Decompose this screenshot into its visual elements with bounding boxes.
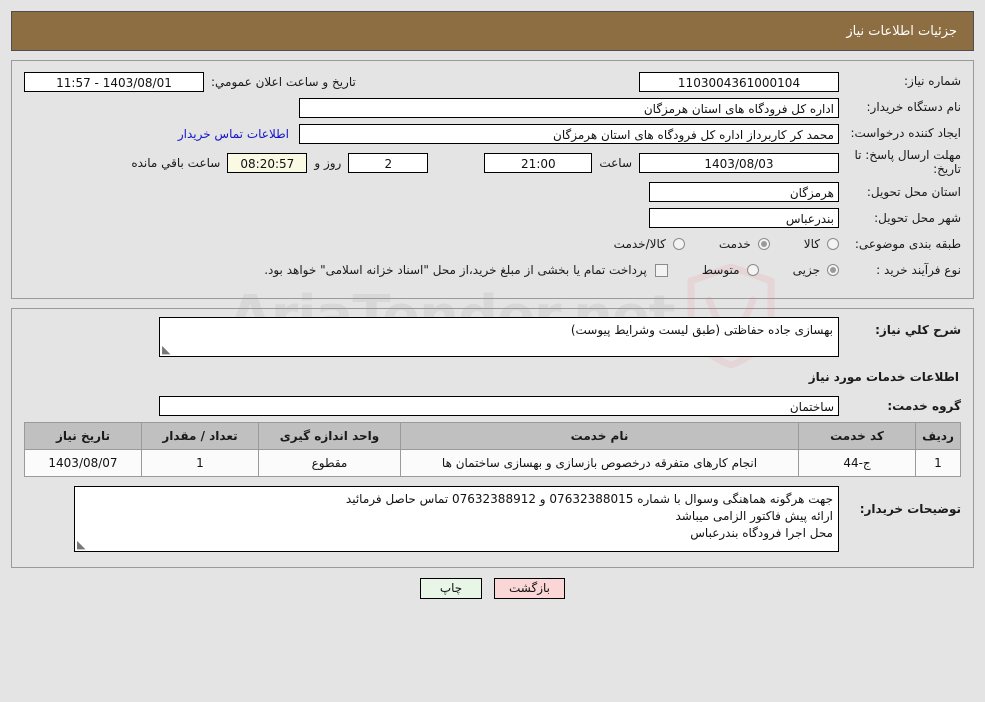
radio-icon-medium[interactable] — [746, 264, 759, 277]
print-button[interactable]: چاپ — [420, 577, 482, 599]
page-header: جزئیات اطلاعات نیاز — [11, 11, 974, 51]
row-description: شرح کلي نیاز: بهسازی جاده حفاظتی (طبق لی… — [24, 316, 961, 357]
treasury-bond-checkbox[interactable] — [654, 263, 668, 277]
table-row: 1 ج-44 انجام کارهای متفرقه درخصوص بازساز… — [24, 448, 961, 477]
buyer-org-label: نام دستگاه خریدار: — [866, 100, 962, 114]
items-table: ردیف کد خدمت نام خدمت واحد اندازه گیری ت… — [24, 421, 961, 477]
cell-name: انجام کارهای متفرقه درخصوص بازسازی و بهس… — [400, 448, 799, 477]
row-category: طبقه بندی موضوعی: کالا خدمت کالا/خدمت — [24, 234, 961, 255]
buyer-notes-label: توضیحات خریدار: — [859, 501, 961, 516]
th-radif: ردیف — [915, 421, 961, 450]
th-name: نام خدمت — [400, 421, 799, 450]
radio-icon-minor[interactable] — [827, 264, 839, 277]
purchase-type-option-medium[interactable]: متوسط — [702, 263, 759, 277]
service-group-field[interactable]: ساختمان — [159, 396, 839, 417]
purchase-type-label: نوع فرآیند خرید : — [876, 262, 961, 277]
th-unit: واحد اندازه گیری — [258, 421, 401, 450]
province-field[interactable]: هرمزگان — [649, 182, 839, 203]
category-option-goods-label: کالا — [803, 237, 820, 252]
buyer-note-line-1: جهت هرگونه هماهنگی وسوال با شماره 076323… — [345, 491, 833, 506]
service-group-label: گروه خدمت: — [887, 398, 961, 413]
row-requester: ایجاد کننده درخواست: محمد کر کاربرداز اد… — [24, 123, 961, 144]
city-field[interactable]: بندرعباس — [649, 208, 839, 229]
description-label: شرح کلي نیاز: — [875, 322, 961, 337]
radio-icon-goods[interactable] — [827, 238, 839, 251]
deadline-days-label: روز و — [314, 155, 342, 170]
footer-actions: بازگشت چاپ — [0, 577, 985, 599]
need-number-label: شماره نیاز: — [904, 74, 961, 88]
purchase-type-option-minor-label: جزیی — [792, 263, 820, 278]
description-textarea[interactable]: بهسازی جاده حفاظتی (طبق لیست وشرایط پیوس… — [159, 316, 839, 357]
radio-icon-service[interactable] — [757, 238, 770, 251]
deadline-label: مهلت ارسال پاسخ: تا تاریخ: — [854, 148, 961, 176]
announce-datetime-field[interactable]: 1403/08/01 - 11:57 — [24, 71, 204, 92]
deadline-countdown-label: ساعت باقي مانده — [131, 155, 221, 170]
table-header-row: ردیف کد خدمت نام خدمت واحد اندازه گیری ت… — [24, 421, 961, 450]
back-button[interactable]: بازگشت — [494, 577, 565, 599]
services-section-title: اطلاعات خدمات مورد نیاز — [808, 369, 959, 384]
th-code: کد خدمت — [798, 421, 916, 450]
category-option-goods-service[interactable]: کالا/خدمت — [614, 237, 685, 251]
resize-grip-icon[interactable]: ◢ — [162, 343, 172, 356]
row-need-number: شماره نیاز: 1103004361000104 تاریخ و ساع… — [24, 71, 961, 92]
deadline-days-field: 2 — [348, 152, 429, 173]
category-option-goods-service-label: کالا/خدمت — [613, 237, 666, 252]
requester-field[interactable]: محمد کر کاربرداز اداره کل فرودگاه های اس… — [299, 123, 839, 144]
deadline-time-label: ساعت — [599, 155, 632, 170]
description-value: بهسازی جاده حفاظتی (طبق لیست وشرایط پیوس… — [570, 322, 833, 337]
resize-grip-icon-notes[interactable]: ◢ — [77, 538, 87, 551]
buyer-note-line-2: ارائه پیش فاکتور الزامی میباشد — [675, 508, 833, 523]
cell-qty: 1 — [141, 448, 259, 477]
purchase-type-radio-group[interactable]: جزیی متوسط — [668, 263, 839, 277]
radio-icon-goods-service[interactable] — [672, 238, 685, 251]
buyer-notes-textarea[interactable]: جهت هرگونه هماهنگی وسوال با شماره 076323… — [74, 485, 839, 552]
province-label: استان محل تحویل: — [866, 184, 961, 199]
deadline-time-field[interactable]: 21:00 — [484, 152, 593, 173]
category-label: طبقه بندی موضوعی: — [854, 236, 961, 251]
cell-date: 1403/08/07 — [24, 448, 142, 477]
row-deadline: مهلت ارسال پاسخ: تا تاریخ: 1403/08/03 سا… — [24, 148, 961, 177]
buyer-note-line-3: محل اجرا فرودگاه بندرعباس — [690, 526, 833, 541]
cell-code: ج-44 — [798, 448, 916, 477]
services-panel: شرح کلي نیاز: بهسازی جاده حفاظتی (طبق لی… — [11, 307, 974, 568]
row-buyer-org: نام دستگاه خریدار: اداره کل فرودگاه های … — [24, 97, 961, 118]
purchase-type-option-minor[interactable]: جزیی — [793, 263, 839, 277]
deadline-countdown-field: 08:20:57 — [227, 152, 308, 173]
category-option-goods[interactable]: کالا — [804, 237, 839, 251]
need-number-field[interactable]: 1103004361000104 — [639, 71, 839, 92]
category-radio-group[interactable]: کالا خدمت کالا/خدمت — [580, 237, 839, 251]
row-city: شهر محل تحویل: بندرعباس — [24, 208, 961, 229]
announce-label: تاریخ و ساعت اعلان عمومي: — [211, 74, 356, 89]
row-purchase-type: نوع فرآیند خرید : جزیی متوسط پرداخت تمام… — [24, 260, 961, 281]
buyer-contact-link[interactable]: اطلاعات تماس خریدار — [178, 127, 289, 141]
buyer-org-field[interactable]: اداره کل فرودگاه های استان هرمزگان — [299, 97, 839, 118]
deadline-date-field[interactable]: 1403/08/03 — [639, 152, 839, 173]
page-title: جزئیات اطلاعات نیاز — [846, 23, 957, 39]
row-buyer-notes: توضیحات خریدار: جهت هرگونه هماهنگی وسوال… — [24, 485, 961, 552]
cell-radif: 1 — [915, 448, 961, 477]
row-service-group: گروه خدمت: ساختمان — [24, 396, 961, 417]
purchase-type-option-medium-label: متوسط — [701, 263, 740, 278]
need-info-panel: شماره نیاز: 1103004361000104 تاریخ و ساع… — [11, 60, 974, 299]
city-label: شهر محل تحویل: — [874, 210, 961, 225]
cell-unit: مقطوع — [258, 448, 401, 477]
category-option-service-label: خدمت — [718, 237, 751, 252]
treasury-bond-note: پرداخت تمام یا بخشی از مبلغ خرید،از محل … — [264, 263, 647, 278]
th-qty: تعداد / مقدار — [141, 421, 259, 450]
row-province: استان محل تحویل: هرمزگان — [24, 182, 961, 203]
requester-label: ایجاد کننده درخواست: — [850, 126, 961, 140]
th-date: تاریخ نیاز — [24, 421, 142, 450]
category-option-service[interactable]: خدمت — [719, 237, 770, 251]
